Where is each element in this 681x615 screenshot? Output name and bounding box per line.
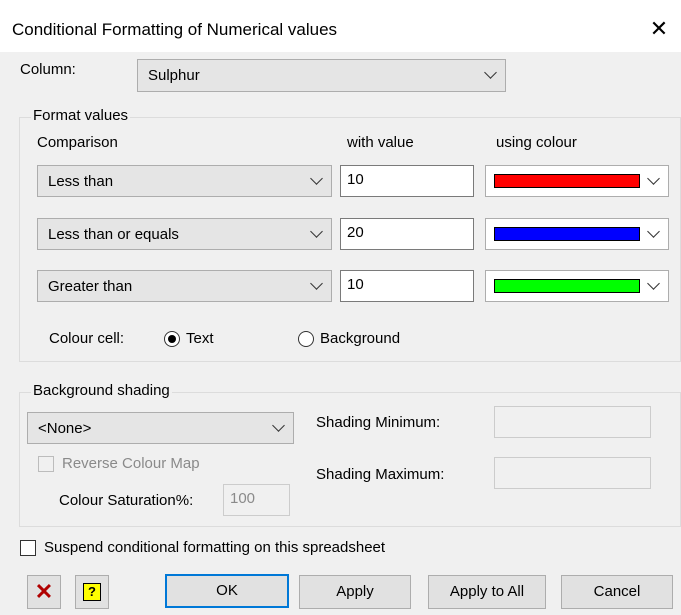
colour-saturation-input[interactable]: 100	[223, 484, 290, 516]
shading-maximum-label: Shading Maximum:	[316, 466, 445, 483]
shading-select[interactable]: <None>	[27, 412, 294, 444]
text-radio-label[interactable]: Text	[186, 330, 214, 347]
help-question-icon: ?	[83, 583, 101, 601]
colour-swatch-red	[494, 174, 640, 188]
background-shading-legend: Background shading	[31, 382, 172, 399]
reverse-colour-map-checkbox[interactable]	[38, 456, 54, 472]
using-colour-header: using colour	[496, 134, 577, 151]
comparison-select-2-value: Less than or equals	[48, 226, 179, 243]
value-input-3[interactable]: 10	[340, 270, 474, 302]
value-input-1-text: 10	[347, 171, 364, 188]
background-radio[interactable]	[298, 331, 314, 347]
column-select[interactable]: Sulphur	[137, 59, 506, 92]
shading-minimum-input[interactable]	[494, 406, 651, 438]
apply-button[interactable]: Apply	[299, 575, 411, 609]
chevron-down-icon	[310, 277, 323, 290]
shading-maximum-input[interactable]	[494, 457, 651, 489]
column-label: Column:	[20, 61, 76, 78]
chevron-down-icon	[272, 419, 285, 432]
chevron-down-icon	[310, 172, 323, 185]
comparison-select-3[interactable]: Greater than	[37, 270, 332, 302]
ok-button[interactable]: OK	[165, 574, 289, 608]
colour-saturation-label: Colour Saturation%:	[59, 492, 194, 509]
comparison-select-2[interactable]: Less than or equals	[37, 218, 332, 250]
chevron-down-icon	[647, 277, 660, 290]
red-x-icon: ✕	[34, 579, 54, 604]
suspend-label: Suspend conditional formatting on this s…	[44, 539, 386, 556]
chevron-down-icon	[310, 225, 323, 238]
suspend-checkbox[interactable]	[20, 540, 36, 556]
colour-cell-label: Colour cell:	[49, 330, 125, 347]
help-button[interactable]: ?	[75, 575, 109, 609]
delete-button[interactable]: ✕	[27, 575, 61, 609]
text-radio[interactable]	[164, 331, 180, 347]
background-radio-label[interactable]: Background	[320, 330, 400, 347]
close-icon[interactable]: ✕	[644, 14, 674, 44]
colour-select-2[interactable]	[485, 218, 669, 250]
with-value-header: with value	[347, 134, 414, 151]
reverse-colour-map-label: Reverse Colour Map	[62, 455, 200, 472]
apply-to-all-button[interactable]: Apply to All	[428, 575, 546, 609]
comparison-select-1[interactable]: Less than	[37, 165, 332, 197]
value-input-2-text: 20	[347, 224, 364, 241]
shading-minimum-label: Shading Minimum:	[316, 414, 441, 431]
value-input-3-text: 10	[347, 276, 364, 293]
comparison-header: Comparison	[37, 134, 118, 151]
radio-selected-dot	[168, 335, 176, 343]
colour-select-1[interactable]	[485, 165, 669, 197]
shading-select-value: <None>	[38, 420, 92, 437]
colour-saturation-value: 100	[230, 490, 256, 507]
dialog-title: Conditional Formatting of Numerical valu…	[12, 20, 338, 39]
comparison-select-3-value: Greater than	[48, 278, 133, 295]
value-input-2[interactable]: 20	[340, 218, 474, 250]
column-select-value: Sulphur	[148, 67, 200, 84]
colour-swatch-green	[494, 279, 640, 293]
colour-select-3[interactable]	[485, 270, 669, 302]
format-values-legend: Format values	[31, 107, 131, 124]
value-input-1[interactable]: 10	[340, 165, 474, 197]
chevron-down-icon	[484, 66, 497, 79]
chevron-down-icon	[647, 172, 660, 185]
comparison-select-1-value: Less than	[48, 173, 114, 190]
cancel-button[interactable]: Cancel	[561, 575, 673, 609]
colour-swatch-blue	[494, 227, 640, 241]
chevron-down-icon	[647, 225, 660, 238]
